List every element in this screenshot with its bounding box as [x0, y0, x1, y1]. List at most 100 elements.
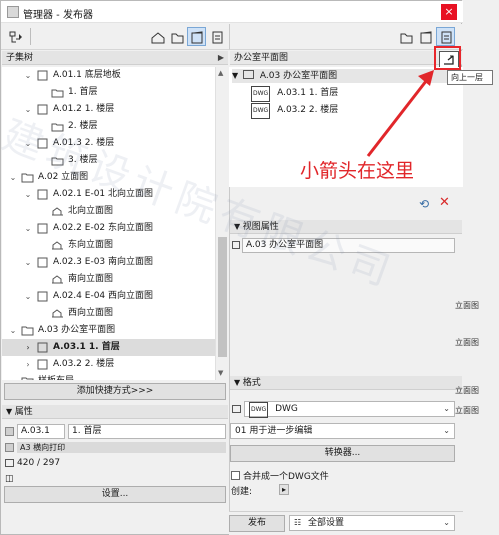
right-layout-book-icon[interactable]	[416, 27, 435, 46]
elevation-icon	[51, 240, 64, 251]
publisher-sets-icon[interactable]	[207, 27, 226, 46]
publish-button[interactable]: 发布	[229, 515, 285, 532]
layout-master-bar[interactable]: A3 横向打印	[17, 442, 226, 453]
collapse-icon: ▼	[6, 407, 15, 416]
layout-icon	[36, 359, 49, 370]
right-item-row[interactable]: DWG A.03.1 1. 首层	[251, 86, 339, 102]
format-value: DWG	[275, 404, 298, 414]
tree-row[interactable]: 1. 首层	[2, 84, 215, 101]
elevation-icon	[51, 308, 64, 319]
publish-set-select[interactable]: ☷ 全部设置 ⌄	[289, 515, 455, 531]
tree-row[interactable]: › A.03.1 1. 首层	[2, 339, 215, 356]
elevation-icon	[51, 274, 64, 285]
expand-icon[interactable]: ›	[8, 373, 18, 380]
chevron-down-icon: ⌄	[443, 404, 450, 413]
right-toolbar	[229, 24, 463, 50]
view-map-icon[interactable]	[167, 27, 186, 46]
scroll-up-icon[interactable]: ▲	[218, 69, 223, 77]
right-section-header: 办公室平面图	[230, 51, 462, 65]
tree-row[interactable]: 东向立面图	[2, 237, 215, 254]
collapse-icon: ▼	[234, 378, 243, 387]
tooltip: 向上一层	[447, 70, 493, 85]
layout-icon	[36, 189, 49, 200]
view-icon	[51, 87, 64, 98]
layout-icon	[5, 427, 14, 436]
tree-row-label: A.01.2 1. 楼层	[53, 104, 115, 114]
translator-value: 01 用于进一步编辑	[235, 426, 313, 436]
format-title: 格式	[242, 378, 261, 388]
collapse-icon[interactable]: ⌄	[23, 220, 33, 237]
layout-icon	[36, 223, 49, 234]
book-icon: ◫	[5, 474, 14, 484]
dwg-icon: DWG	[249, 402, 269, 418]
translator-select[interactable]: 01 用于进一步编辑 ⌄	[230, 423, 455, 439]
right-item-label: A.03.1 1. 首层	[277, 88, 339, 98]
expand-icon[interactable]: ›	[23, 339, 33, 356]
scrollbar-thumb[interactable]	[218, 237, 227, 357]
tree-row-label: A.03.2 2. 楼层	[53, 359, 115, 369]
merge-checkbox[interactable]	[231, 471, 240, 480]
folder-icon	[21, 325, 34, 336]
collapse-icon[interactable]: ⌄	[8, 322, 18, 339]
tree-row-label: 样板布局	[38, 373, 74, 380]
tree-row[interactable]: ⌄ A.02.4 E-04 西向立面图	[2, 288, 215, 305]
properties-header[interactable]: ▼ 属性	[2, 405, 228, 419]
chevron-down-icon: ⌄	[443, 518, 450, 527]
folder-icon	[232, 405, 241, 413]
name-field[interactable]: 1. 首层	[68, 424, 226, 439]
folder-icon	[21, 172, 34, 183]
settings-button[interactable]: 设置...	[4, 486, 226, 503]
tree-row-label: A.03 办公室平面图	[38, 325, 116, 335]
layout-size: 420 / 297	[17, 458, 61, 468]
collapse-icon[interactable]: ⌄	[23, 67, 33, 84]
delete-icon[interactable]: ✕	[439, 195, 450, 210]
layout-icon	[36, 70, 49, 81]
layout-icon	[36, 291, 49, 302]
right-item-row[interactable]: DWG A.03.2 2. 楼层	[251, 103, 339, 119]
right-view-map-icon[interactable]	[396, 27, 415, 46]
tree-row[interactable]: ⌄ A.01.1 底层地板	[2, 67, 215, 84]
layout-icon	[36, 257, 49, 268]
tree-row[interactable]: ⌄ A.02.3 E-03 南向立面图	[2, 254, 215, 271]
navigator-menu-icon[interactable]	[5, 27, 24, 46]
left-toolbar	[1, 24, 229, 50]
tree-row-label: A.02.3 E-03 南向立面图	[53, 257, 154, 267]
project-map-icon[interactable]	[147, 27, 166, 46]
right-root-label: A.03 办公室平面图	[259, 71, 338, 81]
properties-title: 属性	[14, 407, 33, 417]
dwg-icon: DWG	[251, 86, 271, 102]
tree-row-label: A.02.2 E-02 东向立面图	[53, 223, 154, 233]
tree-row[interactable]: › 样板布局	[2, 373, 215, 380]
collapse-icon[interactable]: ⌄	[23, 288, 33, 305]
tree-row[interactable]: › A.03.2 2. 楼层	[2, 356, 215, 373]
tree-row-label: A.01.1 底层地板	[53, 70, 121, 80]
close-button[interactable]: ×	[441, 4, 457, 20]
subset-tree-header[interactable]: 子集树 ▶	[2, 51, 228, 65]
collapse-icon[interactable]: ⌄	[23, 186, 33, 203]
collapse-icon[interactable]: ⌄	[8, 169, 18, 186]
tree-row[interactable]: 西向立面图	[2, 305, 215, 322]
annotation-arrow	[366, 70, 434, 157]
format-select[interactable]: DWG DWG ⌄	[244, 401, 455, 418]
elevation-icon	[51, 206, 64, 217]
title-bar: 管理器 - 发布器 ×	[1, 1, 463, 23]
add-shortcut-button[interactable]: 添加快捷方式>>>	[4, 383, 226, 400]
scroll-down-icon[interactable]: ▼	[218, 369, 223, 377]
expand-icon[interactable]: ›	[23, 356, 33, 373]
converter-button[interactable]: 转换器...	[230, 445, 455, 462]
dwg-icon: DWG	[251, 103, 271, 119]
chevron-down-icon: ⌄	[443, 426, 450, 435]
right-item-label: A.03.2 2. 楼层	[277, 105, 339, 115]
create-menu-arrow-icon[interactable]: ▸	[279, 484, 289, 495]
subset-tree-title: 子集树	[6, 53, 34, 63]
tree-row[interactable]: 南向立面图	[2, 271, 215, 288]
refresh-clock-icon[interactable]: ⟲	[419, 197, 429, 211]
collapse-icon[interactable]: ⌄	[23, 254, 33, 271]
tree-row[interactable]: ⌄ A.03 办公室平面图	[2, 322, 215, 339]
right-publisher-sets-icon[interactable]	[436, 27, 455, 46]
format-header[interactable]: ▼ 格式	[230, 376, 462, 390]
list-icon: ☷	[294, 518, 302, 527]
id-field[interactable]: A.03.1	[17, 424, 65, 439]
layout-book-icon[interactable]	[187, 27, 206, 46]
tree-row-label: A.02.4 E-04 西向立面图	[53, 291, 154, 301]
